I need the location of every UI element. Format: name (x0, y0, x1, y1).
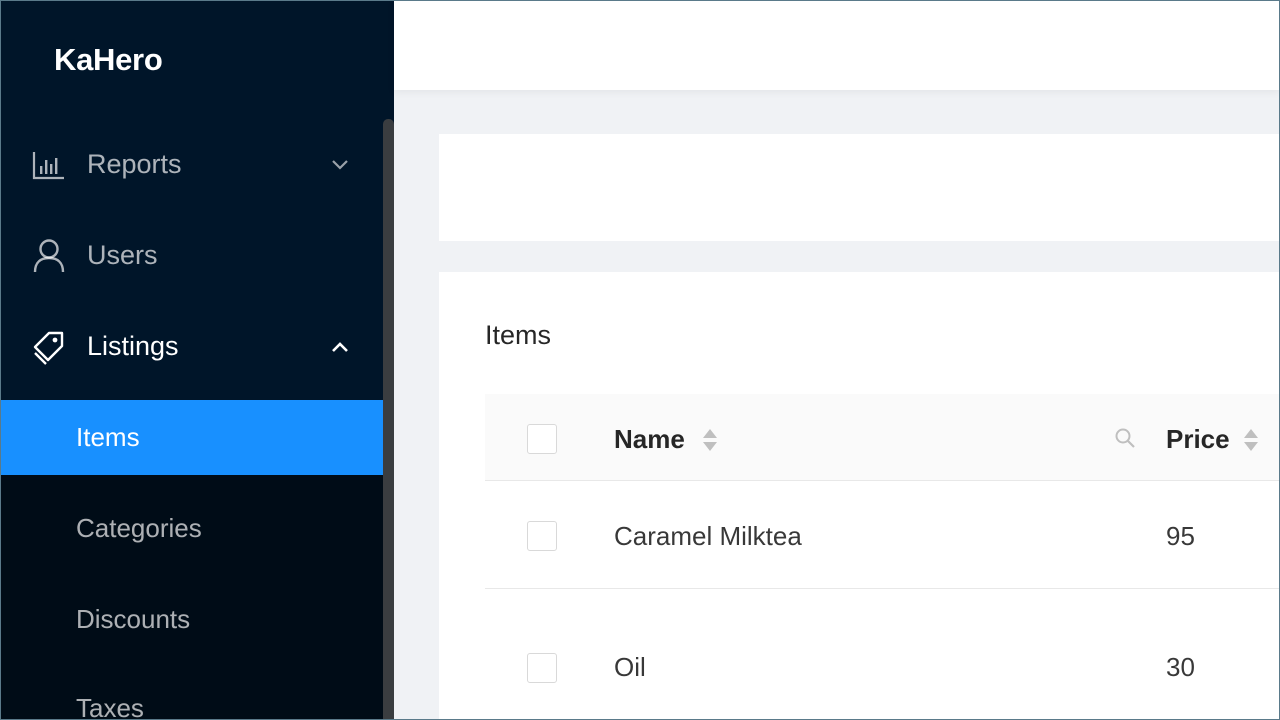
cell-name: Caramel Milktea (614, 521, 802, 551)
menu-item-reports[interactable]: Reports (0, 127, 383, 202)
sidebar-scrollbar-thumb[interactable] (383, 119, 394, 720)
table-row[interactable] (485, 589, 1280, 720)
menu-item-label: Users (87, 240, 158, 270)
menu-item-label: Reports (87, 149, 182, 179)
cell-price: 95 (1166, 521, 1195, 551)
filter-card (439, 134, 1280, 241)
sort-icon[interactable] (1243, 427, 1259, 453)
chevron-down-icon (328, 153, 352, 177)
submenu-item-categories[interactable]: Categories (0, 491, 383, 566)
chevron-up-icon (328, 335, 352, 359)
column-header-price[interactable]: Price (1166, 424, 1230, 455)
table-header (485, 394, 1280, 481)
row-checkbox[interactable] (527, 521, 557, 551)
tags-icon (31, 329, 67, 365)
submenu-item-label: Categories (76, 513, 202, 543)
submenu-item-label: Discounts (76, 604, 191, 634)
cell-name: Oil (614, 652, 646, 682)
user-icon (31, 238, 67, 274)
select-all-checkbox[interactable] (527, 424, 557, 454)
table-row[interactable] (485, 481, 1280, 589)
top-header (394, 0, 1280, 90)
column-header-name[interactable]: Name (614, 424, 685, 455)
submenu-item-items[interactable]: Items (0, 400, 383, 475)
bar-chart-icon (31, 147, 67, 183)
card-title: Items (485, 320, 552, 350)
submenu-item-discounts[interactable]: Discounts (0, 582, 383, 657)
submenu-item-taxes[interactable]: Taxes (0, 671, 383, 720)
sidebar: KaHero Reports Users Listings Items Cate… (0, 0, 394, 720)
menu-item-users[interactable]: Users (0, 218, 383, 293)
menu-item-listings[interactable]: Listings (0, 309, 383, 384)
submenu-item-label: Items (76, 422, 140, 452)
sort-icon[interactable] (702, 427, 718, 453)
search-icon[interactable] (1113, 426, 1137, 450)
menu-item-label: Listings (87, 331, 179, 361)
cell-price: 30 (1166, 652, 1195, 682)
app-logo: KaHero (54, 42, 163, 77)
submenu-item-label: Taxes (76, 693, 144, 720)
row-checkbox[interactable] (527, 653, 557, 683)
